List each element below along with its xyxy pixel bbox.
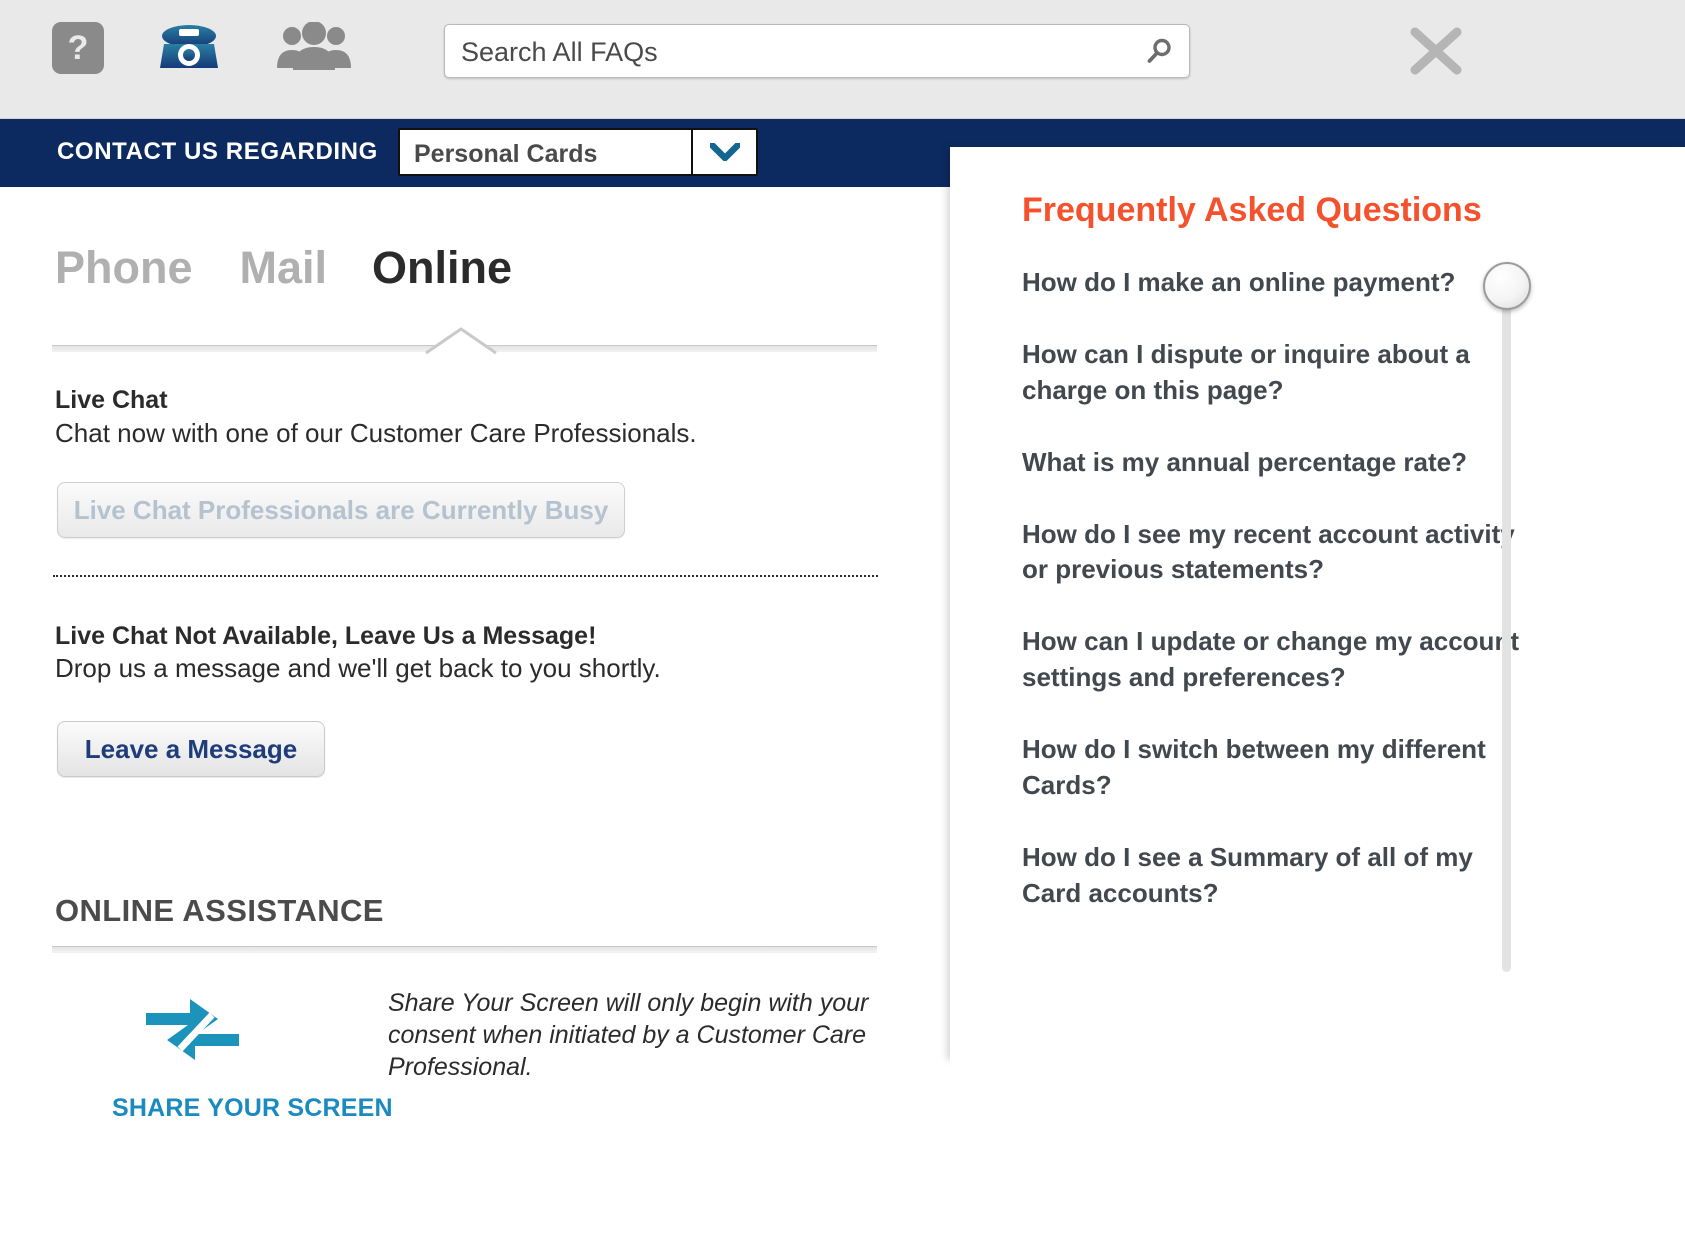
faq-item[interactable]: How can I update or change my account se… [1022,624,1522,696]
online-assistance-divider [52,946,877,953]
leave-message-body: Drop us a message and we'll get back to … [55,653,661,683]
topbar-icon-group: ? [52,21,354,74]
faq-item[interactable]: How do I make an online payment? [1022,265,1522,301]
tab-phone[interactable]: Phone [55,242,193,294]
search-icon[interactable] [1145,37,1173,65]
share-screen-arrows-icon[interactable] [140,987,245,1072]
online-assistance-heading: ONLINE ASSISTANCE [55,893,384,928]
leave-message-title: Live Chat Not Available, Leave Us a Mess… [55,622,597,650]
faq-panel-title: Frequently Asked Questions [1022,191,1482,229]
faq-item[interactable]: How do I see my recent account activity … [1022,517,1522,589]
search-box[interactable] [444,24,1190,79]
leave-a-message-button[interactable]: Leave a Message [57,721,325,777]
contact-method-tabs: Phone Mail Online [55,242,512,294]
faq-item[interactable]: How can I dispute or inquire about a cha… [1022,337,1522,409]
close-icon[interactable] [1408,26,1464,76]
live-chat-title: Live Chat [55,386,168,414]
faq-item[interactable]: How do I see a Summary of all of my Card… [1022,840,1522,912]
contact-topic-value: Personal Cards [414,140,598,168]
search-input[interactable] [459,25,1103,79]
active-tab-caret-icon [422,325,500,355]
help-icon[interactable]: ? [52,22,104,74]
faq-panel: Frequently Asked Questions How do I make… [950,147,1685,1060]
tab-online[interactable]: Online [372,242,512,294]
faq-item[interactable]: How do I switch between my different Car… [1022,732,1522,804]
telephone-icon[interactable] [156,22,222,74]
contact-online-panel: Phone Mail Online Live Chat Chat now wit… [0,187,950,1235]
share-your-screen-label[interactable]: SHARE YOUR SCREEN [112,1094,393,1123]
share-your-screen-note: Share Your Screen will only begin with y… [388,989,869,1081]
faq-scrollbar-track[interactable] [1502,292,1511,972]
faq-list: How do I make an online payment? How can… [1022,265,1522,948]
contact-topic-dropdown[interactable]: Personal Cards [398,128,758,176]
chevron-down-icon[interactable] [691,130,756,174]
faq-panel-footer-area [950,1060,1685,1235]
tab-mail[interactable]: Mail [240,242,328,294]
faq-scrollbar-thumb[interactable] [1483,262,1531,310]
top-utility-bar: ? [0,0,1685,119]
contact-us-label: CONTACT US REGARDING [57,138,378,165]
live-chat-busy-button: Live Chat Professionals are Currently Bu… [57,482,625,538]
people-group-icon[interactable] [274,21,354,74]
faq-item[interactable]: What is my annual percentage rate? [1022,445,1522,481]
section-divider-dotted [53,575,878,577]
live-chat-body: Chat now with one of our Customer Care P… [55,418,697,448]
